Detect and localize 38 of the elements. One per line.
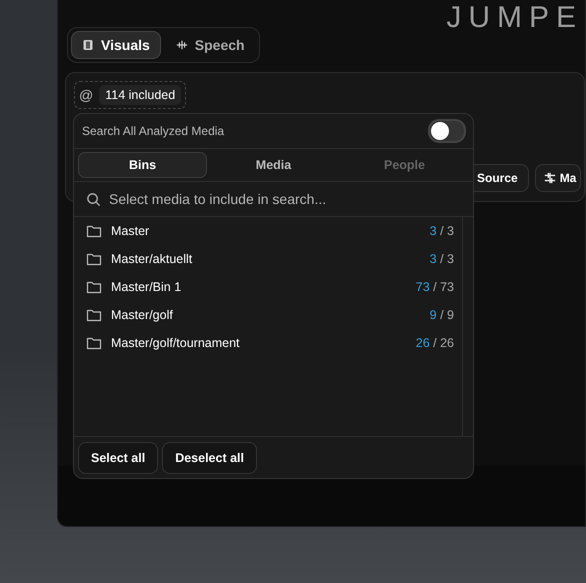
toolbar-button[interactable]: Ma bbox=[534, 164, 582, 192]
bin-count: 9 / 9 bbox=[430, 308, 454, 322]
film-icon bbox=[82, 39, 94, 51]
bin-name: Master/golf/tournament bbox=[111, 336, 241, 350]
folder-icon bbox=[86, 336, 102, 350]
bin-row[interactable]: Master/golf 9 / 9 bbox=[74, 301, 462, 329]
footer-button[interactable]: Select all bbox=[78, 442, 158, 474]
folder-icon bbox=[86, 224, 102, 238]
folder-icon bbox=[86, 308, 102, 322]
at-symbol: @ bbox=[79, 87, 94, 103]
logo: JUMPE bbox=[446, 0, 583, 27]
search-field[interactable]: Select media to include in search... bbox=[109, 182, 461, 216]
bin-row[interactable]: Master 3 / 3 bbox=[74, 217, 462, 245]
bin-count: 3 / 3 bbox=[430, 224, 454, 238]
folder-icon bbox=[86, 252, 102, 266]
bin-name: Master bbox=[111, 224, 150, 238]
bin-row[interactable]: Master/golf/tournament 26 / 26 bbox=[74, 329, 462, 357]
bin-row[interactable]: Master/Bin 1 73 / 73 bbox=[74, 273, 462, 301]
included-count: 114 included bbox=[99, 85, 182, 105]
included-chip[interactable]: @ 114 included bbox=[74, 81, 186, 109]
search-icon bbox=[86, 192, 101, 206]
toggle-switch[interactable] bbox=[428, 119, 466, 143]
bin-row[interactable]: Master/aktuellt 3 / 3 bbox=[74, 245, 462, 273]
mode-tab[interactable]: Visuals bbox=[71, 31, 161, 59]
footer-button[interactable]: Deselect all bbox=[162, 442, 257, 474]
mode-tab[interactable]: Speech bbox=[164, 31, 256, 59]
source-tab[interactable]: Bins bbox=[78, 152, 207, 178]
bin-count: 73 / 73 bbox=[416, 280, 454, 294]
source-tab[interactable]: Media bbox=[209, 152, 338, 178]
folder-icon bbox=[86, 280, 102, 294]
bin-name: Master/Bin 1 bbox=[111, 280, 182, 294]
toggle-label: Search All Analyzed Media bbox=[82, 124, 224, 138]
bin-count: 3 / 3 bbox=[430, 252, 454, 266]
waveform-icon bbox=[176, 39, 188, 51]
bin-name: Master/golf bbox=[111, 308, 174, 322]
sliders-icon bbox=[544, 172, 556, 184]
bin-count: 26 / 26 bbox=[416, 336, 454, 350]
bin-name: Master/aktuellt bbox=[111, 252, 194, 266]
